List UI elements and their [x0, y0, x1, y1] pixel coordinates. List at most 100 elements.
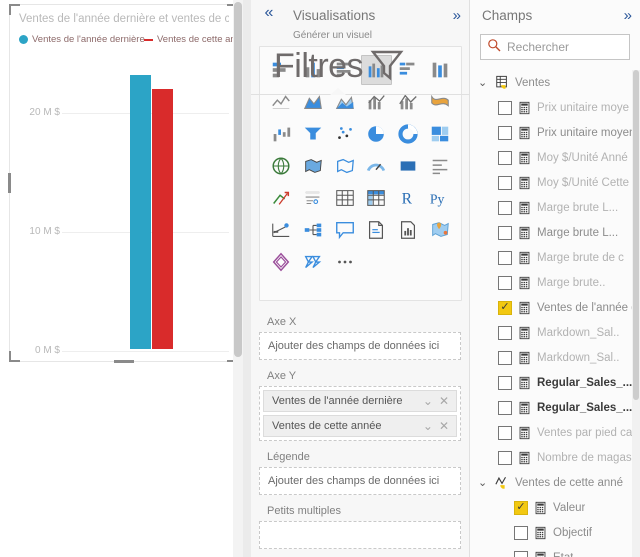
kpi-icon[interactable]: [266, 183, 297, 213]
field-checkbox[interactable]: [498, 100, 512, 115]
waterfall-chart-icon[interactable]: [266, 119, 297, 149]
field-well-chip[interactable]: Ventes de l'année dernière ⌄ ✕: [263, 390, 457, 412]
field-tree-item[interactable]: Moy $/Unité Anné: [470, 145, 632, 170]
field-checkbox[interactable]: [498, 450, 512, 465]
field-tree-item[interactable]: Ventes par pied car: [470, 420, 632, 445]
field-tree-item[interactable]: Marge brute L...: [470, 195, 632, 220]
field-tree-item[interactable]: Moy $/Unité Cette: [470, 170, 632, 195]
field-well-chip[interactable]: Ventes de cette année ⌄ ✕: [263, 415, 457, 437]
arcgis-maps-icon[interactable]: [424, 215, 455, 245]
paginated-report-icon[interactable]: [393, 215, 424, 245]
chart-plot-area[interactable]: 20 M $ 10 M $ 0 M $: [10, 53, 237, 356]
stacked-bar-chart-icon[interactable]: [266, 55, 297, 85]
field-checkbox[interactable]: [498, 325, 512, 340]
power-apps-icon[interactable]: [266, 247, 297, 277]
100-stacked-bar-chart-icon[interactable]: [393, 55, 424, 85]
chevron-down-icon[interactable]: ⌄: [478, 76, 489, 89]
donut-chart-icon[interactable]: [393, 119, 424, 149]
legend-item[interactable]: Ventes de cette année: [144, 34, 243, 45]
power-automate-icon[interactable]: [298, 247, 329, 277]
gauge-icon[interactable]: [361, 151, 392, 181]
visualization-gallery[interactable]: R Py: [259, 46, 462, 301]
pie-chart-icon[interactable]: [361, 119, 392, 149]
field-tree-item[interactable]: État: [470, 545, 632, 557]
field-checkbox[interactable]: [498, 200, 512, 215]
field-tree-item[interactable]: Marge brute..: [470, 270, 632, 295]
field-well-dropzone[interactable]: Ajouter des champs de données ici: [259, 467, 461, 495]
field-checkbox[interactable]: [498, 150, 512, 165]
treemap-icon[interactable]: [424, 119, 455, 149]
matrix-icon[interactable]: [361, 183, 392, 213]
r-script-visual-icon[interactable]: R: [393, 183, 424, 213]
canvas-scrollbar[interactable]: [233, 0, 243, 557]
card-icon[interactable]: [393, 151, 424, 181]
field-checkbox[interactable]: [498, 175, 512, 190]
line-stacked-column-chart-icon[interactable]: [361, 87, 392, 117]
shape-map-icon[interactable]: [329, 151, 360, 181]
python-visual-icon[interactable]: Py: [424, 183, 455, 213]
field-tree-group[interactable]: ⌄ Ventes: [470, 70, 632, 95]
field-checkbox[interactable]: [498, 425, 512, 440]
report-canvas[interactable]: Ventes de l'année dernière et ventes de …: [0, 0, 243, 557]
chevron-down-icon[interactable]: ⌄: [478, 476, 489, 489]
table-icon[interactable]: [329, 183, 360, 213]
scatter-chart-icon[interactable]: [329, 119, 360, 149]
resize-handle-bottom[interactable]: [113, 360, 134, 363]
field-tree-item[interactable]: ✓ Valeur: [470, 495, 632, 520]
field-tree-item[interactable]: Markdown_Sal..: [470, 320, 632, 345]
field-tree-item[interactable]: Prix unitaire moye: [470, 95, 632, 120]
remove-field-icon[interactable]: ✕: [436, 394, 452, 408]
field-checkbox[interactable]: [514, 525, 528, 540]
ribbon-chart-icon[interactable]: [424, 87, 455, 117]
chart-bar[interactable]: [130, 74, 151, 349]
field-tree-item[interactable]: Regular_Sales_...: [470, 370, 632, 395]
area-chart-icon[interactable]: [298, 87, 329, 117]
legend-item[interactable]: Ventes de l'année dernière: [19, 34, 145, 45]
pane-divider[interactable]: [243, 0, 251, 557]
remove-field-icon[interactable]: ✕: [436, 419, 452, 433]
line-clustered-column-chart-icon[interactable]: [393, 87, 424, 117]
field-tree-item[interactable]: Marge brute de c: [470, 245, 632, 270]
field-checkbox[interactable]: ✓: [514, 500, 528, 515]
more-visuals-icon[interactable]: [329, 247, 360, 277]
field-checkbox[interactable]: [514, 550, 528, 557]
clustered-column-chart-icon[interactable]: [360, 55, 392, 85]
field-checkbox[interactable]: [498, 375, 512, 390]
fields-scrollbar[interactable]: [632, 70, 640, 557]
field-checkbox[interactable]: [498, 125, 512, 140]
key-influencers-icon[interactable]: [266, 215, 297, 245]
field-tree[interactable]: ⌄ Ventes Prix unitaire moye Prix unitaire m…: [470, 70, 632, 557]
chart-bar[interactable]: [152, 89, 173, 349]
field-tree-item[interactable]: Regular_Sales_...: [470, 395, 632, 420]
funnel-chart-icon[interactable]: [298, 119, 329, 149]
clustered-bar-chart-icon[interactable]: [329, 55, 360, 85]
field-checkbox[interactable]: [498, 400, 512, 415]
map-icon[interactable]: [266, 151, 297, 181]
100-stacked-column-chart-icon[interactable]: [424, 55, 455, 85]
stacked-column-chart-icon[interactable]: [298, 55, 329, 85]
field-tree-item[interactable]: Markdown_Sal..: [470, 345, 632, 370]
fields-scrollbar-thumb[interactable]: [633, 70, 639, 400]
chevron-down-icon[interactable]: ⌄: [420, 419, 436, 433]
qna-icon[interactable]: [329, 215, 360, 245]
field-tree-item[interactable]: Nombre de magasin: [470, 445, 632, 470]
canvas-scrollbar-thumb[interactable]: [234, 2, 242, 357]
field-checkbox[interactable]: [498, 250, 512, 265]
field-checkbox[interactable]: [498, 350, 512, 365]
expand-pane-icon[interactable]: »: [624, 7, 632, 24]
column-chart-visual[interactable]: Ventes de l'année dernière et ventes de …: [8, 4, 243, 363]
line-chart-icon[interactable]: [266, 87, 297, 117]
field-tree-item[interactable]: Prix unitaire moyen: [470, 120, 632, 145]
field-checkbox[interactable]: [498, 225, 512, 240]
filled-map-icon[interactable]: [298, 151, 329, 181]
field-tree-item[interactable]: ✓ Ventes de l'année d: [470, 295, 632, 320]
field-tree-group[interactable]: ⌄ Ventes de cette anné: [470, 470, 632, 495]
field-checkbox[interactable]: [498, 275, 512, 290]
collapse-left-icon[interactable]: «: [258, 2, 280, 24]
slicer-icon[interactable]: [298, 183, 329, 213]
expand-pane-icon[interactable]: »: [453, 7, 461, 24]
smart-narrative-icon[interactable]: [361, 215, 392, 245]
field-tree-item[interactable]: Objectif: [470, 520, 632, 545]
field-well-dropzone[interactable]: Ajouter des champs de données ici: [259, 332, 461, 360]
field-well-dropzone[interactable]: [259, 521, 461, 549]
